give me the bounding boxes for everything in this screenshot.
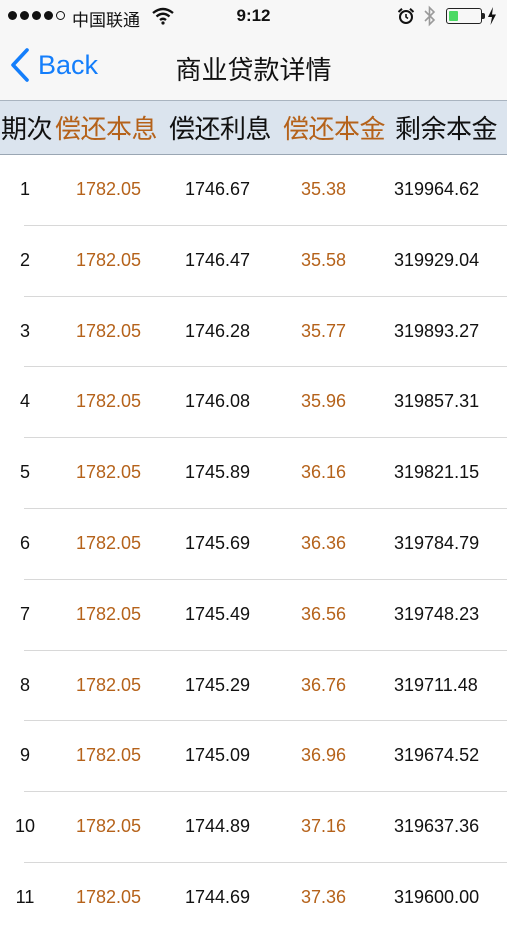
cell-interest: 1745.69 xyxy=(185,532,251,553)
table-row: 1 1782.05 1746.67 35.38 319964.62 xyxy=(20,155,507,226)
cell-remaining: 319784.79 xyxy=(394,532,480,553)
cell-principal: 35.58 xyxy=(301,249,347,270)
cell-remaining: 319893.27 xyxy=(394,320,480,341)
cell-period: 8 xyxy=(19,674,30,695)
battery-icon xyxy=(446,8,482,24)
navigation-bar: Back 商业贷款详情 xyxy=(0,32,507,100)
cell-interest: 1745.09 xyxy=(185,745,251,766)
cell-principal: 37.36 xyxy=(301,886,347,907)
cell-remaining: 319711.48 xyxy=(394,674,478,695)
page-title: 商业贷款详情 xyxy=(175,55,332,85)
header-remaining: 剩余本金 xyxy=(395,114,498,144)
cell-remaining: 319857.31 xyxy=(394,391,480,412)
cell-interest: 1745.29 xyxy=(185,674,251,695)
cell-period: 6 xyxy=(19,532,30,553)
cell-period: 9 xyxy=(19,745,30,766)
table-row: 5 1782.05 1745.89 36.16 319821.15 xyxy=(20,438,507,509)
cell-payment: 1782.05 xyxy=(76,603,142,624)
cell-interest: 1744.89 xyxy=(185,816,251,837)
cell-period: 3 xyxy=(19,320,30,341)
table-header: 期次 偿还本息 偿还利息 偿还本金 剩余本金 xyxy=(0,100,507,155)
cell-principal: 35.77 xyxy=(301,320,347,341)
cell-period: 2 xyxy=(19,249,30,270)
cell-payment: 1782.05 xyxy=(76,532,142,553)
table-row: 9 1782.05 1745.09 36.96 319674.52 xyxy=(20,721,507,793)
cell-interest: 1745.89 xyxy=(185,462,251,483)
table-row: 2 1782.05 1746.47 35.58 319929.04 xyxy=(20,226,507,297)
cell-interest: 1744.69 xyxy=(185,886,251,907)
cell-payment: 1782.05 xyxy=(76,249,142,270)
cell-principal: 36.56 xyxy=(301,603,347,624)
cell-period: 4 xyxy=(19,391,30,412)
cell-payment: 1782.05 xyxy=(76,179,142,199)
cell-interest: 1746.47 xyxy=(185,249,251,270)
cell-period: 10 xyxy=(14,816,36,837)
header-payment: 偿还本息 xyxy=(55,114,158,144)
cell-remaining: 319821.15 xyxy=(394,462,480,483)
table-row: 8 1782.05 1745.29 36.76 319711.48 xyxy=(20,651,507,722)
cell-remaining: 319674.52 xyxy=(394,745,480,766)
repayment-table[interactable]: 1 1782.05 1746.67 35.38 319964.62 2 1782… xyxy=(0,155,507,933)
table-row: 4 1782.05 1746.08 35.96 319857.31 xyxy=(20,367,507,439)
cell-principal: 36.36 xyxy=(301,532,347,553)
cell-principal: 36.16 xyxy=(301,462,347,483)
cell-interest: 1745.49 xyxy=(185,603,251,624)
cell-period: 1 xyxy=(19,179,30,199)
table-row: 6 1782.05 1745.69 36.36 319784.79 xyxy=(20,509,507,580)
cell-period: 11 xyxy=(15,886,35,907)
table-row: 7 1782.05 1745.49 36.56 319748.23 xyxy=(20,580,507,651)
header-principal: 偿还本金 xyxy=(283,114,386,144)
header-interest: 偿还利息 xyxy=(169,114,272,144)
cell-remaining: 319929.04 xyxy=(394,249,480,270)
cell-payment: 1782.05 xyxy=(76,745,142,766)
cell-payment: 1782.05 xyxy=(76,462,142,483)
cell-interest: 1746.28 xyxy=(185,320,251,341)
table-row: 11 1782.05 1744.69 37.36 319600.00 xyxy=(16,863,507,933)
cell-period: 7 xyxy=(19,603,30,624)
cell-principal: 36.76 xyxy=(301,674,347,695)
cell-principal: 35.38 xyxy=(301,179,347,199)
cell-remaining: 319637.36 xyxy=(394,816,480,837)
cell-payment: 1782.05 xyxy=(76,320,142,341)
status-bar: 中国联通 9:12 xyxy=(0,0,507,32)
battery-tip xyxy=(482,13,485,19)
cell-remaining: 319964.62 xyxy=(394,179,480,199)
table-row: 3 1782.05 1746.28 35.77 319893.27 xyxy=(20,297,507,368)
cell-payment: 1782.05 xyxy=(76,886,142,907)
cell-principal: 37.16 xyxy=(301,816,347,837)
cell-principal: 36.96 xyxy=(301,745,347,766)
alarm-clock-icon xyxy=(397,8,415,24)
header-period: 期次 xyxy=(1,114,53,144)
cell-period: 5 xyxy=(19,462,30,483)
cell-interest: 1746.08 xyxy=(185,391,251,412)
cell-principal: 35.96 xyxy=(301,391,347,412)
cell-remaining: 319748.23 xyxy=(394,603,480,624)
cell-payment: 1782.05 xyxy=(76,391,142,412)
bluetooth-icon xyxy=(424,5,436,27)
cell-interest: 1746.67 xyxy=(185,179,251,199)
charging-bolt-icon xyxy=(488,7,496,25)
table-row: 10 1782.05 1744.89 37.16 319637.36 xyxy=(15,792,507,863)
cell-remaining: 319600.00 xyxy=(394,886,480,907)
cell-payment: 1782.05 xyxy=(76,674,142,695)
cell-payment: 1782.05 xyxy=(76,816,142,837)
